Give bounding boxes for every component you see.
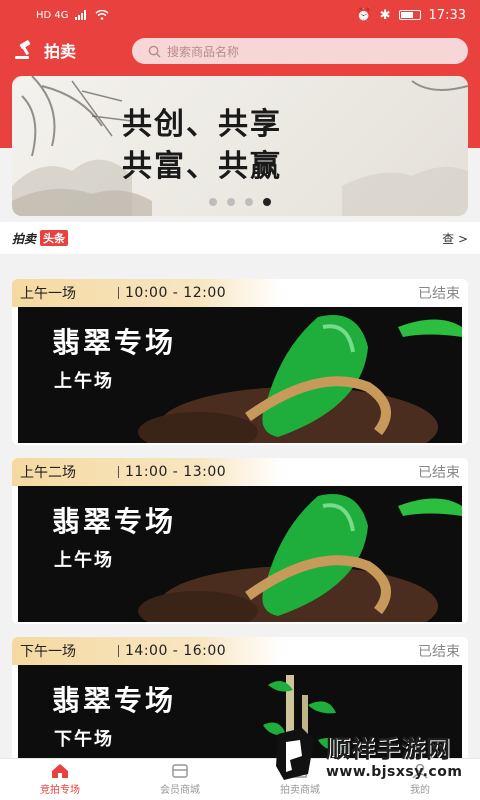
- carousel-dot[interactable]: [209, 198, 217, 206]
- slogan-line-1: 共创、共享: [122, 107, 282, 142]
- slogan-line-2: 共富、共赢: [122, 149, 282, 184]
- session-time: 10:00 - 12:00: [125, 285, 227, 301]
- status-bar: HD 4G ⏰ ✱ 17:33: [0, 0, 480, 30]
- chevron-right-icon: >: [457, 231, 468, 246]
- carrier-label: HD 4G: [36, 9, 69, 21]
- session-title: 翡翠专场: [52, 326, 177, 359]
- gavel-icon: [15, 40, 31, 59]
- site-watermark: 顺祥手游网 www.bjsxsy.com: [272, 712, 472, 796]
- carousel-dot-active[interactable]: [263, 198, 271, 206]
- session-status: 已结束: [418, 465, 460, 481]
- tab-label: 会员商城: [160, 785, 200, 796]
- app-logo: 拍卖: [14, 38, 76, 62]
- carousel-dot[interactable]: [245, 198, 253, 206]
- divider: [118, 645, 119, 657]
- headline-more-label: 查: [442, 231, 455, 246]
- session-title: 翡翠专场: [52, 505, 177, 538]
- session-name: 上午二场: [20, 465, 76, 481]
- session-header: 上午一场 10:00 - 12:00 已结束: [12, 279, 468, 307]
- session-title: 翡翠专场: [52, 684, 177, 717]
- signal-icon: [74, 10, 86, 20]
- session-card[interactable]: 上午二场 11:00 - 13:00 已结束 翡翠专场 上午场: [12, 458, 468, 624]
- session-subtitle: 上午场: [54, 550, 114, 571]
- brand-name: 拍卖: [44, 42, 77, 61]
- session-time: 14:00 - 16:00: [125, 643, 227, 659]
- session-image[interactable]: 翡翠专场 上午场: [18, 307, 462, 443]
- alarm-icon: ⏰: [355, 7, 372, 23]
- session-header: 上午二场 11:00 - 13:00 已结束: [12, 458, 468, 486]
- search-icon: [148, 45, 161, 58]
- session-header: 下午一场 14:00 - 16:00 已结束: [12, 637, 468, 665]
- headline-strip[interactable]: 拍卖 头条 查 >: [0, 222, 480, 254]
- signal-indicators: HD 4G: [36, 10, 109, 21]
- watermark-url: www.bjsxsy.com: [326, 763, 463, 780]
- promo-banner[interactable]: 共创、共享 共富、共赢: [12, 76, 468, 216]
- session-name: 下午一场: [20, 644, 76, 660]
- bluetooth-icon: ✱: [379, 7, 391, 23]
- tab-member-store[interactable]: 会员商城: [120, 759, 240, 800]
- search-bar[interactable]: 搜索商品名称: [132, 38, 468, 64]
- divider: [118, 466, 119, 478]
- watermark-title: 顺祥手游网: [326, 734, 451, 763]
- clock: 17:33: [428, 7, 466, 23]
- store-icon: [172, 764, 188, 778]
- banner-slogan: 共创、共享 共富、共赢: [122, 104, 282, 188]
- tab-label: 竞拍专场: [40, 785, 80, 796]
- headline-brand: 拍卖: [12, 231, 37, 246]
- carousel-indicator: [12, 198, 468, 206]
- session-time: 11:00 - 13:00: [125, 464, 227, 480]
- session-status: 已结束: [418, 286, 460, 302]
- headline-tag: 头条: [40, 230, 69, 246]
- session-name: 上午一场: [20, 286, 76, 302]
- divider: [118, 287, 119, 299]
- wifi-icon: [95, 10, 108, 20]
- battery-icon: [398, 10, 421, 20]
- search-placeholder: 搜索商品名称: [167, 44, 240, 59]
- system-indicators: ⏰ ✱ 17:33: [355, 8, 466, 23]
- session-subtitle: 上午场: [54, 371, 114, 392]
- session-card[interactable]: 上午一场 10:00 - 12:00 已结束 翡翠专场 上午场: [12, 279, 468, 445]
- home-icon: [52, 764, 68, 778]
- carousel-dot[interactable]: [227, 198, 235, 206]
- session-image[interactable]: 翡翠专场 上午场: [18, 486, 462, 622]
- watermark-logo: [276, 728, 314, 780]
- session-status: 已结束: [418, 644, 460, 660]
- session-subtitle: 下午场: [54, 729, 114, 750]
- tab-auction-sessions[interactable]: 竞拍专场: [0, 759, 120, 800]
- headline-more-link[interactable]: 查 >: [442, 230, 468, 247]
